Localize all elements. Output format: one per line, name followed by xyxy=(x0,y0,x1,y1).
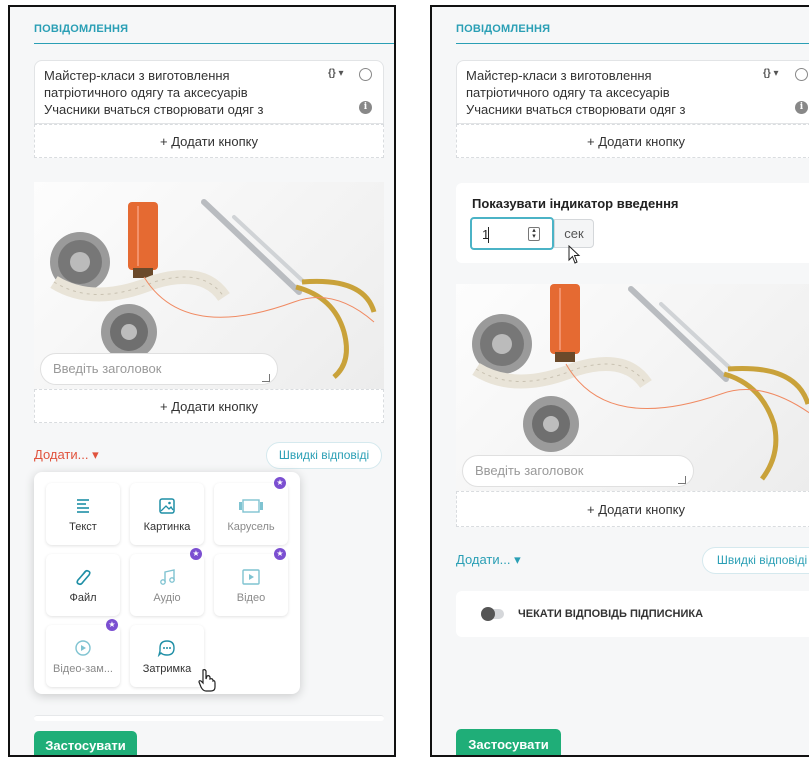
info-icon: i xyxy=(795,101,808,114)
menu-item-text[interactable]: Текст xyxy=(46,483,120,545)
image-add-button-button[interactable]: + Додати кнопку xyxy=(456,491,809,527)
add-button-button[interactable]: + Додати кнопку xyxy=(34,124,384,158)
emoji-icon[interactable] xyxy=(359,68,372,81)
add-menu-dropdown[interactable]: Додати... ▾ xyxy=(456,552,521,568)
hand-cursor-icon xyxy=(198,669,216,692)
section-divider xyxy=(34,43,394,44)
add-menu-dropdown[interactable]: Додати... ▾ xyxy=(34,447,99,463)
wait-reply-toggle[interactable] xyxy=(481,607,504,621)
premium-star-icon: ★ xyxy=(106,619,118,631)
apply-button[interactable]: Застосувати xyxy=(456,729,561,755)
menu-item-audio[interactable]: Аудіо ★ xyxy=(130,548,204,616)
premium-star-icon: ★ xyxy=(274,477,286,489)
message-image[interactable]: Введіть заголовок xyxy=(34,182,384,389)
variables-button[interactable]: {} ▾ xyxy=(328,68,344,79)
arrow-cursor-icon xyxy=(568,245,581,264)
menu-item-label: Відео-зам... xyxy=(53,663,113,675)
carousel-icon xyxy=(239,499,263,513)
spinner-icon[interactable]: ▴ ▾ xyxy=(528,227,540,241)
divider xyxy=(34,715,384,721)
video-note-icon xyxy=(75,640,91,656)
add-menu-popup: Текст Картинка Карусель ★ Файл Аудіо ★ В… xyxy=(34,472,300,694)
typing-seconds-input[interactable]: 1 ▴ ▾ xyxy=(470,217,554,250)
message-line-2: патріотичного одягу та аксесуарів xyxy=(44,85,248,100)
section-divider xyxy=(456,43,809,44)
wait-reply-card: ЧЕКАТИ ВІДПОВІДЬ ПІДПИСНИКА xyxy=(456,591,809,637)
video-icon xyxy=(242,569,260,585)
message-textarea[interactable]: Майстер-класи з виготовлення патріотично… xyxy=(34,60,384,124)
emoji-icon[interactable] xyxy=(795,68,808,81)
menu-item-delay[interactable]: Затримка xyxy=(130,625,204,687)
message-line-2: патріотичного одягу та аксесуарів xyxy=(466,85,670,100)
section-title: ПОВІДОМЛЕННЯ xyxy=(456,23,551,35)
text-icon xyxy=(77,499,89,513)
menu-item-label: Текст xyxy=(69,521,97,533)
variables-button[interactable]: {} ▾ xyxy=(763,68,779,79)
message-line-1: Майстер-класи з виготовлення xyxy=(466,68,652,83)
menu-item-label: Карусель xyxy=(227,521,275,533)
delay-icon xyxy=(157,640,175,657)
quick-replies-button[interactable]: Швидкі відповіді xyxy=(266,442,382,469)
menu-item-image[interactable]: Картинка xyxy=(130,483,204,545)
resize-handle-icon[interactable] xyxy=(262,374,270,382)
menu-item-video[interactable]: Відео ★ xyxy=(214,548,288,616)
wait-reply-label: ЧЕКАТИ ВІДПОВІДЬ ПІДПИСНИКА xyxy=(518,608,704,620)
add-button-button[interactable]: + Додати кнопку xyxy=(456,124,809,158)
typing-indicator-title: Показувати індикатор введення xyxy=(472,196,679,211)
premium-star-icon: ★ xyxy=(190,548,202,560)
info-icon: i xyxy=(359,101,372,114)
menu-item-file[interactable]: Файл xyxy=(46,554,120,616)
image-title-input[interactable]: Введіть заголовок xyxy=(40,353,278,385)
music-icon xyxy=(160,569,175,585)
menu-item-video-note[interactable]: Відео-зам... ★ xyxy=(46,619,120,687)
premium-star-icon: ★ xyxy=(274,548,286,560)
image-add-button-button[interactable]: + Додати кнопку xyxy=(34,389,384,423)
typing-indicator-card: Показувати індикатор введення 1 ▴ ▾ сек xyxy=(456,183,809,264)
left-panel: ПОВІДОМЛЕННЯ Майстер-класи з виготовленн… xyxy=(8,5,396,757)
menu-item-label: Картинка xyxy=(143,521,191,533)
paperclip-icon xyxy=(76,569,91,586)
menu-item-carousel[interactable]: Карусель ★ xyxy=(214,477,288,545)
text-caret xyxy=(488,227,489,243)
menu-item-label: Відео xyxy=(236,592,266,604)
message-line-3: Учасники вчаться створювати одяг з xyxy=(44,102,264,117)
right-panel: ПОВІДОМЛЕННЯ Майстер-класи з виготовленн… xyxy=(430,5,809,757)
image-title-input[interactable]: Введіть заголовок xyxy=(462,455,694,487)
message-image[interactable]: Введіть заголовок xyxy=(456,284,809,491)
menu-item-label: Аудіо xyxy=(153,592,181,604)
section-title: ПОВІДОМЛЕННЯ xyxy=(34,23,129,35)
menu-item-label: Затримка xyxy=(142,663,192,675)
message-line-3: Учасники вчаться створювати одяг з xyxy=(466,102,686,117)
menu-item-label: Файл xyxy=(69,592,97,604)
message-textarea[interactable]: Майстер-класи з виготовлення патріотично… xyxy=(456,60,809,124)
message-line-1: Майстер-класи з виготовлення xyxy=(44,68,230,83)
image-icon xyxy=(159,498,175,514)
apply-button[interactable]: Застосувати xyxy=(34,731,137,755)
resize-handle-icon[interactable] xyxy=(678,476,686,484)
seconds-unit-label: сек xyxy=(554,219,594,248)
quick-replies-button[interactable]: Швидкі відповіді xyxy=(702,547,809,574)
